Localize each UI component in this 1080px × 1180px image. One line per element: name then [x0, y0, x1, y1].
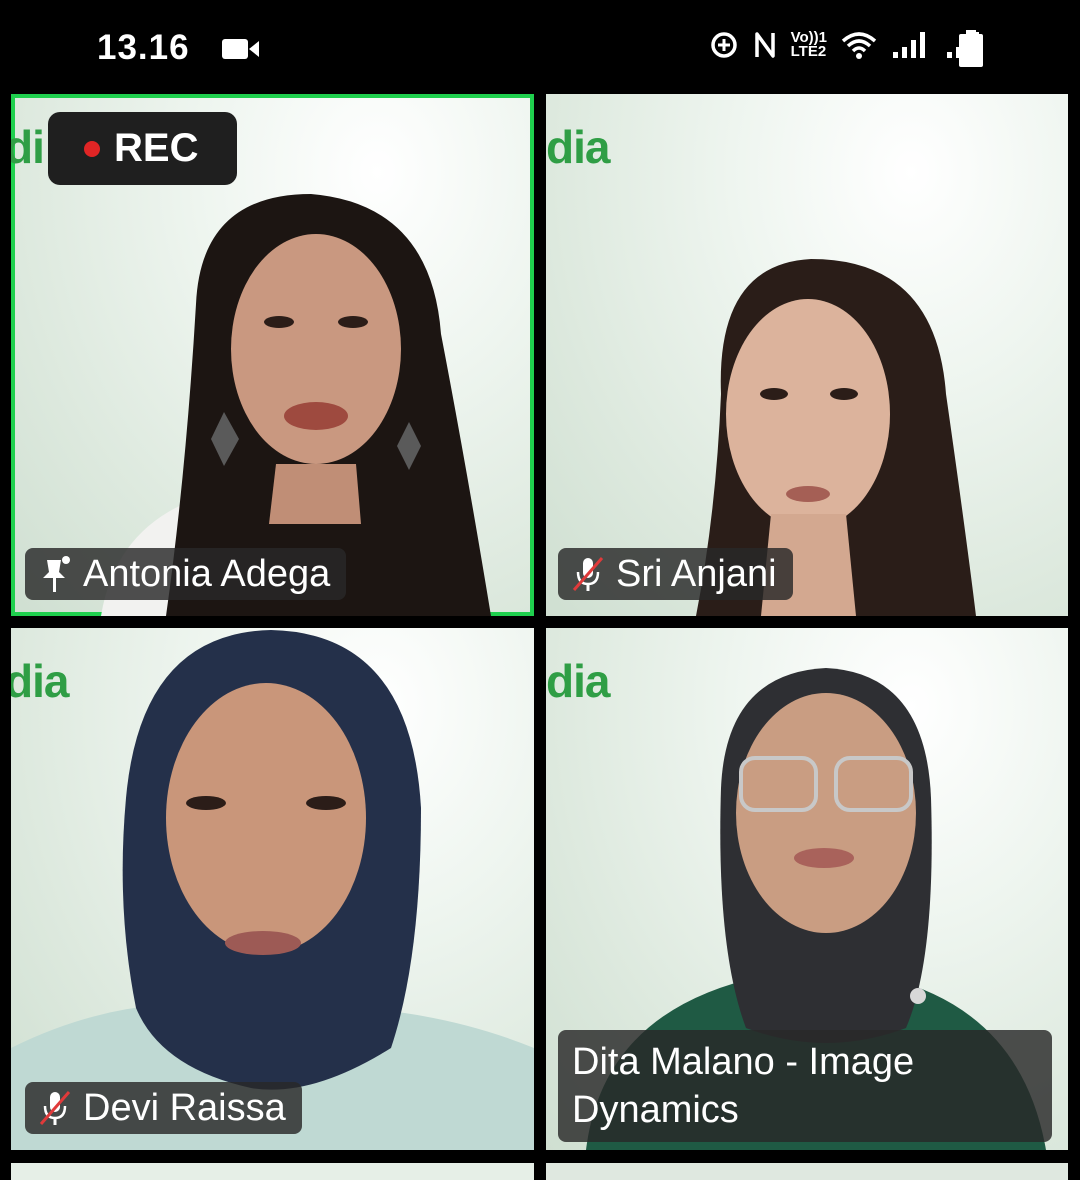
system-icons: Vo))1 LTE2 — [709, 30, 985, 60]
status-bar: 13.16 Vo))1 LTE2 — [0, 0, 1080, 92]
pin-icon — [43, 556, 70, 592]
video-tile[interactable]: dia Devi Raissa — [11, 628, 534, 1150]
status-time: 13.16 — [97, 28, 190, 67]
volte-text-bottom: LTE2 — [790, 43, 827, 60]
wifi-icon — [841, 32, 877, 59]
participant-name-line1: Dita Malano - Image — [572, 1041, 915, 1083]
recording-label: REC — [114, 126, 199, 170]
participant-name-tag: Devi Raissa — [25, 1082, 302, 1134]
participant-name: Antonia Adega — [83, 553, 331, 595]
video-tile[interactable]: dia Dita Malano - Image Dynamics — [546, 628, 1068, 1150]
recording-indicator[interactable]: REC — [48, 112, 237, 185]
participant-name: Sri Anjani — [616, 553, 777, 595]
participant-name-tag: Dita Malano - Image Dynamics — [558, 1030, 1052, 1142]
volte-icon: Vo))1 LTE2 — [790, 30, 827, 60]
participant-name-tag: Sri Anjani — [558, 548, 793, 600]
data-saver-icon — [710, 32, 737, 58]
participant-name-tag: Antonia Adega — [25, 548, 347, 600]
participant-name-line2: Dynamics — [572, 1089, 739, 1131]
video-tile-partial[interactable] — [546, 1163, 1068, 1180]
video-tile[interactable]: dia Sri Anjani — [546, 94, 1068, 616]
video-tile-partial[interactable] — [11, 1163, 534, 1180]
participant-video — [696, 259, 976, 616]
video-camera-icon — [222, 39, 259, 59]
mic-muted-icon — [39, 1091, 71, 1125]
nfc-icon — [754, 32, 775, 58]
participant-video — [11, 630, 534, 1150]
mic-muted-icon — [572, 557, 604, 591]
signal-icon — [893, 32, 925, 58]
participant-name: Devi Raissa — [83, 1087, 286, 1129]
battery-icon — [959, 30, 983, 67]
recording-dot — [84, 140, 100, 157]
